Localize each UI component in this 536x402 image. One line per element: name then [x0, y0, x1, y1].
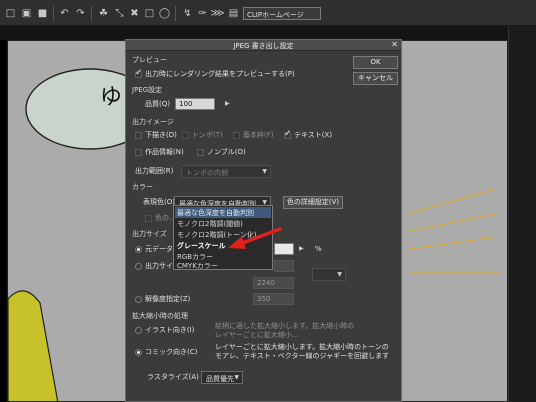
- motion-line: [409, 236, 497, 250]
- chevron-down-icon: ▼: [234, 374, 239, 381]
- work-info-checkbox[interactable]: [135, 149, 142, 156]
- output-range-select[interactable]: トンボの内側 ▼: [181, 165, 271, 178]
- text-label: テキスト(X): [294, 131, 333, 139]
- size-unit-select[interactable]: ▼: [312, 268, 346, 281]
- toolbar-divider: [91, 6, 92, 21]
- comic-radio[interactable]: [135, 349, 142, 356]
- preview-section-label: プレビュー: [132, 56, 167, 64]
- text-checkbox[interactable]: [284, 129, 292, 139]
- annotation-arrow-icon: [228, 227, 282, 249]
- homepage-link[interactable]: CLIPホームページ: [243, 7, 321, 20]
- open-icon[interactable]: ▣: [20, 7, 33, 20]
- border-checkbox[interactable]: [233, 132, 240, 139]
- resolution-input[interactable]: 350: [253, 293, 294, 305]
- save-icon[interactable]: ■: [36, 7, 49, 20]
- custom-size-radio[interactable]: [135, 263, 142, 270]
- jpeg-section-label: JPEG設定: [132, 86, 163, 94]
- homepage-link-label: CLIPホームページ: [247, 11, 304, 19]
- scale-section-label: 拡大縮小時の処理: [132, 312, 188, 320]
- percent-unit: %: [315, 245, 322, 253]
- page-number-checkbox[interactable]: [197, 149, 204, 156]
- resolution-radio[interactable]: [135, 296, 142, 303]
- crop-mark-label: トンボ(T): [192, 131, 223, 139]
- resolution-label: 解像度指定(Z): [145, 295, 191, 303]
- rasterize-label: ラスタライズ(A): [147, 373, 199, 381]
- size-width-input[interactable]: [274, 260, 294, 272]
- output-range-label: 出力範囲(R): [135, 167, 174, 175]
- output-size-section-label: 出力サイズ: [132, 230, 167, 238]
- color-detail-button[interactable]: 色の詳細設定(V): [283, 196, 343, 209]
- dropdown-option-auto[interactable]: 最適な色深度を自動判別: [175, 207, 271, 218]
- chevron-down-icon: ▼: [337, 271, 342, 278]
- comic-description-line1: レイヤーごとに拡大縮小します。拡大縮小時のトーンの: [215, 343, 389, 351]
- rasterize-select[interactable]: 品質優先 ▼: [201, 371, 243, 384]
- close-icon[interactable]: ✕: [391, 40, 398, 49]
- draft-label: 下描き(D): [145, 131, 177, 139]
- clear-icon[interactable]: ✖: [128, 7, 141, 20]
- color-option-checkbox[interactable]: [145, 215, 152, 222]
- chevron-down-icon: ▼: [262, 168, 267, 175]
- size-height-input[interactable]: 2240: [253, 277, 294, 289]
- selection-icon[interactable]: □: [143, 7, 156, 20]
- original-size-radio[interactable]: [135, 246, 142, 253]
- comic-label: コミック向き(C): [145, 348, 198, 356]
- right-panel: [508, 26, 536, 402]
- illust-label: イラスト向き(I): [145, 326, 195, 334]
- motion-line: [409, 188, 497, 214]
- toolbar-divider: [175, 6, 176, 21]
- fill-icon[interactable]: ☘: [97, 7, 110, 20]
- draft-checkbox[interactable]: [135, 132, 142, 139]
- rasterize-value: 品質優先: [206, 375, 234, 383]
- illust-radio[interactable]: [135, 327, 142, 334]
- preview-checkbox[interactable]: [135, 68, 143, 78]
- new-file-icon[interactable]: □: [4, 7, 17, 20]
- page-number-label: ノンブル(O): [207, 148, 246, 156]
- color-mode-label: 表現色(O): [143, 198, 175, 206]
- dialog-title: JPEG 書き出し設定: [233, 42, 294, 50]
- color-section-label: カラー: [132, 183, 153, 191]
- toolbar-divider: [53, 6, 54, 21]
- tab-bar: [0, 26, 536, 40]
- border-label: 基本枠(F): [243, 131, 274, 139]
- pen-icon[interactable]: ✑: [196, 7, 209, 20]
- window-icon[interactable]: ▤: [227, 7, 240, 20]
- quality-label: 品質(Q): [145, 100, 170, 108]
- quality-input[interactable]: 100: [175, 98, 215, 110]
- undo-icon[interactable]: ↶: [58, 7, 71, 20]
- lasso-icon[interactable]: ◯: [158, 7, 171, 20]
- output-image-section-label: 出力イメージ: [132, 118, 174, 126]
- app-toolbar: □ ▣ ■ ↶ ↷ ☘ ⤡ ✖ □ ◯ ↯ ✑ ⋙ ▤ CLIPホームページ: [0, 0, 536, 26]
- dropdown-option-cmyk[interactable]: CMYKカラー: [175, 260, 271, 271]
- bubble-character: ゆ: [100, 85, 122, 110]
- motion-line: [409, 212, 501, 232]
- figure-left: [8, 290, 59, 401]
- ok-button[interactable]: OK: [353, 56, 398, 69]
- preview-checkbox-label: 出力時にレンダリング結果をプレビューする(P): [145, 70, 295, 78]
- illust-description-line2: レイヤーごとに拡大縮小...: [215, 331, 299, 339]
- dialog-titlebar: JPEG 書き出し設定 ✕: [126, 40, 401, 51]
- cancel-button[interactable]: キャンセル: [353, 72, 398, 85]
- size-slider-arrow-icon[interactable]: ▶: [299, 245, 304, 252]
- crop-mark-checkbox[interactable]: [182, 132, 189, 139]
- work-info-label: 作品情報(N): [145, 148, 184, 156]
- eyedropper-icon[interactable]: ↯: [181, 7, 194, 20]
- redo-icon[interactable]: ↷: [74, 7, 87, 20]
- illust-description-line1: 絵柄に適した拡大縮小します。拡大縮小時の: [215, 322, 355, 330]
- comic-description-line2: モアレ、テキスト・ベクター線のジャギーを回避します: [215, 352, 390, 360]
- snap-icon[interactable]: ⋙: [210, 7, 224, 20]
- quality-slider-arrow-icon[interactable]: ▶: [225, 100, 230, 107]
- custom-size-label: 出力サイ: [145, 262, 173, 270]
- output-range-value: トンボの内側: [186, 169, 228, 177]
- transform-icon[interactable]: ⤡: [113, 7, 126, 20]
